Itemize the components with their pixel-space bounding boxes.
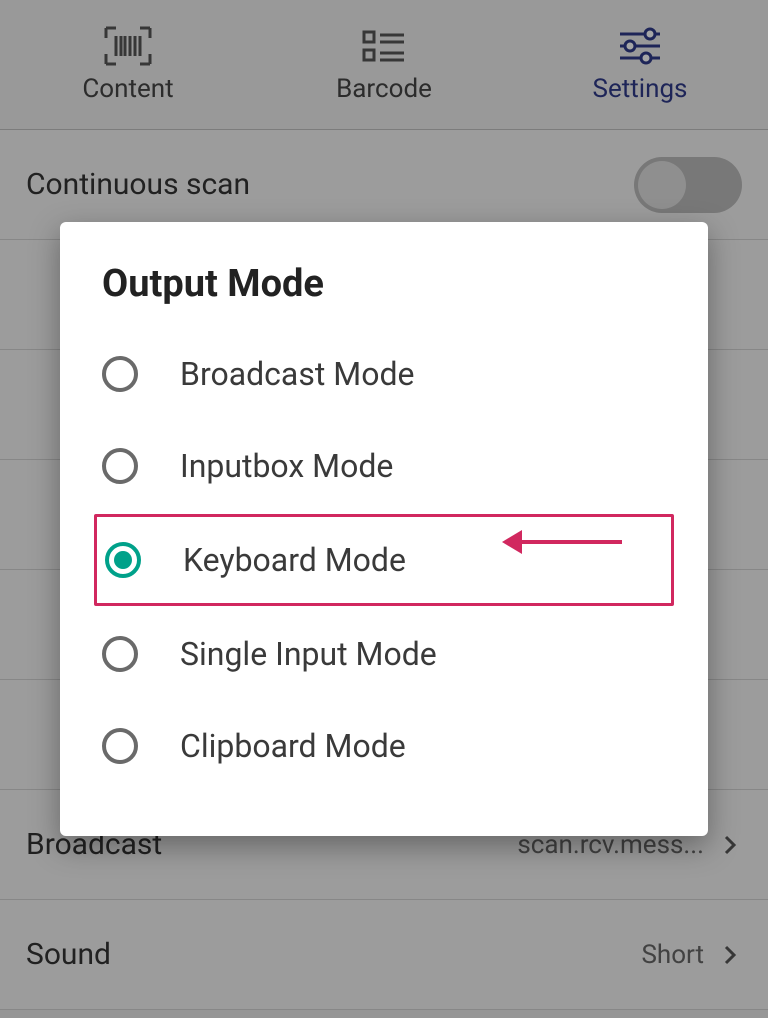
annotation-arrow — [502, 524, 622, 560]
barcode-scan-icon — [104, 26, 152, 66]
radio-icon — [102, 356, 138, 392]
row-label: Continuous scan — [26, 167, 250, 202]
option-label: Keyboard Mode — [183, 541, 406, 579]
dialog-title: Output Mode — [102, 262, 666, 306]
list-grid-icon — [360, 26, 408, 66]
row-label: Sound — [26, 937, 111, 972]
option-broadcast-mode[interactable]: Broadcast Mode — [102, 328, 666, 420]
option-label: Inputbox Mode — [180, 447, 393, 485]
sliders-icon — [616, 26, 664, 66]
option-inputbox-mode[interactable]: Inputbox Mode — [102, 420, 666, 512]
radio-icon — [102, 728, 138, 764]
option-single-input-mode[interactable]: Single Input Mode — [102, 608, 666, 700]
row-value: Short — [641, 940, 704, 970]
radio-selected-icon — [105, 542, 141, 578]
option-clipboard-mode[interactable]: Clipboard Mode — [102, 700, 666, 792]
option-label: Broadcast Mode — [180, 355, 414, 393]
tab-settings[interactable]: Settings — [512, 0, 768, 129]
tab-barcode[interactable]: Barcode — [256, 0, 512, 129]
row-sound[interactable]: Sound Short — [0, 900, 768, 1010]
arrow-line — [522, 540, 622, 544]
tab-label: Content — [82, 74, 173, 104]
arrow-left-icon — [502, 530, 522, 554]
chevron-right-icon — [718, 943, 742, 967]
top-tabs: Content Barcode Settings — [0, 0, 768, 130]
option-label: Single Input Mode — [180, 635, 437, 673]
toggle-continuous-scan[interactable] — [634, 157, 742, 213]
tab-label: Barcode — [336, 74, 432, 104]
tab-label: Settings — [593, 74, 688, 104]
option-label: Clipboard Mode — [180, 727, 406, 765]
radio-icon — [102, 636, 138, 672]
chevron-right-icon — [718, 833, 742, 857]
settings-screen: Content Barcode Settings — [0, 0, 768, 1018]
radio-icon — [102, 448, 138, 484]
tab-content[interactable]: Content — [0, 0, 256, 129]
